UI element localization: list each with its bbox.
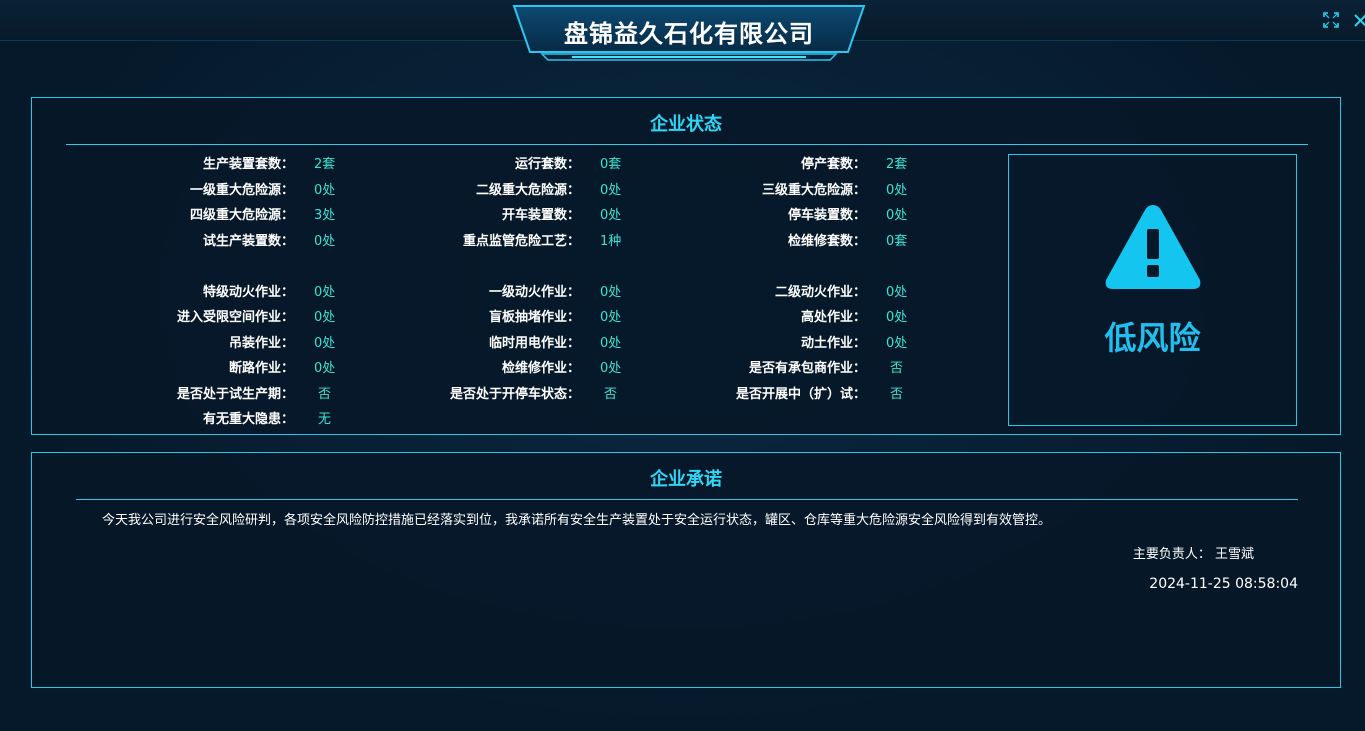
close-icon[interactable] <box>1352 10 1365 30</box>
fullscreen-icon[interactable] <box>1323 12 1339 28</box>
status-value: 0处 <box>886 285 908 300</box>
status-value: 0处 <box>886 336 908 351</box>
status-label: 一级重大危险源： <box>189 183 294 198</box>
status-value: 0处 <box>314 234 336 249</box>
status-label: 停车装置数： <box>787 208 866 223</box>
status-label: 检维修套数： <box>787 234 866 249</box>
status-label: 有无重大隐患： <box>202 412 294 427</box>
status-label: 生产装置套数： <box>202 157 294 172</box>
status-label: 一级动火作业： <box>488 285 580 300</box>
commitment-text: 今天我公司进行安全风险研判，各项安全风险防控措施已经落实到位，我承诺所有安全生产… <box>102 513 1052 528</box>
status-value: 1种 <box>600 234 622 249</box>
status-value: 0处 <box>314 285 336 300</box>
owner-line: 主要负责人： 王雪斌 <box>1133 543 1254 562</box>
status-label: 进入受限空间作业： <box>176 310 294 325</box>
status-panel-title: 企业状态 <box>650 114 722 135</box>
status-value: 0处 <box>886 208 908 223</box>
title-plate: 盘锦益久石化有限公司 <box>512 4 866 62</box>
status-label: 试生产装置数： <box>202 234 294 249</box>
owner-label: 主要负责人： <box>1132 547 1211 562</box>
status-value: 否 <box>890 387 904 402</box>
risk-level-text: 低风险 <box>1104 319 1201 357</box>
risk-indicator: 低风险 <box>1008 154 1297 426</box>
status-label: 二级动火作业： <box>774 285 866 300</box>
status-label: 断路作业： <box>228 361 294 376</box>
status-value: 0处 <box>314 183 336 198</box>
status-value: 0套 <box>600 157 622 172</box>
status-value: 0处 <box>600 208 622 223</box>
status-label: 重点监管危险工艺： <box>462 234 580 249</box>
commitment-panel-divider <box>76 499 1298 500</box>
status-label: 是否处于试生产期： <box>176 387 294 402</box>
status-value: 0套 <box>886 234 908 249</box>
status-value: 0处 <box>314 361 336 376</box>
status-value: 0处 <box>600 336 622 351</box>
status-value: 2套 <box>314 157 336 172</box>
status-value: 0处 <box>886 183 908 198</box>
status-value: 0处 <box>886 310 908 325</box>
status-value: 0处 <box>600 361 622 376</box>
status-value: 0处 <box>600 183 622 198</box>
status-value: 0处 <box>314 336 336 351</box>
status-label: 开车装置数： <box>501 208 580 223</box>
company-title: 盘锦益久石化有限公司 <box>564 20 814 48</box>
status-value: 否 <box>604 387 618 402</box>
warning-icon <box>1103 201 1203 293</box>
status-label: 特级动火作业： <box>202 285 294 300</box>
commitment-datetime: 2024-11-25 08:58:04 <box>1149 576 1298 592</box>
status-label: 三级重大危险源： <box>761 183 866 198</box>
status-panel-divider <box>66 144 1308 145</box>
owner-name: 王雪斌 <box>1214 547 1254 562</box>
status-value: 无 <box>318 412 332 427</box>
status-value: 2套 <box>886 157 908 172</box>
status-value: 否 <box>318 387 332 402</box>
enterprise-commitment-panel: 企业承诺 今天我公司进行安全风险研判，各项安全风险防控措施已经落实到位，我承诺所… <box>31 452 1341 688</box>
status-label: 高处作业： <box>800 310 866 325</box>
status-value: 3处 <box>314 208 336 223</box>
status-label: 是否有承包商作业： <box>748 361 866 376</box>
status-label: 是否开展中（扩）试： <box>735 387 866 402</box>
enterprise-status-panel: 企业状态 生产装置套数： 2套 一级重大危险源： 0处 四级重大危险源： 3处 试生产装置数… <box>31 97 1341 435</box>
status-label: 四级重大危险源： <box>189 208 294 223</box>
status-label: 动土作业： <box>800 336 866 351</box>
status-label: 检维修作业： <box>501 361 580 376</box>
commitment-panel-title: 企业承诺 <box>650 469 722 490</box>
status-label: 临时用电作业： <box>488 336 580 351</box>
status-label: 二级重大危险源： <box>475 183 580 198</box>
status-value: 否 <box>890 361 904 376</box>
status-label: 吊装作业： <box>228 336 294 351</box>
status-label: 运行套数： <box>514 157 580 172</box>
status-value: 0处 <box>314 310 336 325</box>
status-label: 是否处于开停车状态： <box>449 387 580 402</box>
status-label: 盲板抽堵作业： <box>488 310 580 325</box>
status-value: 0处 <box>600 285 622 300</box>
status-value: 0处 <box>600 310 622 325</box>
status-label: 停产套数： <box>800 157 866 172</box>
